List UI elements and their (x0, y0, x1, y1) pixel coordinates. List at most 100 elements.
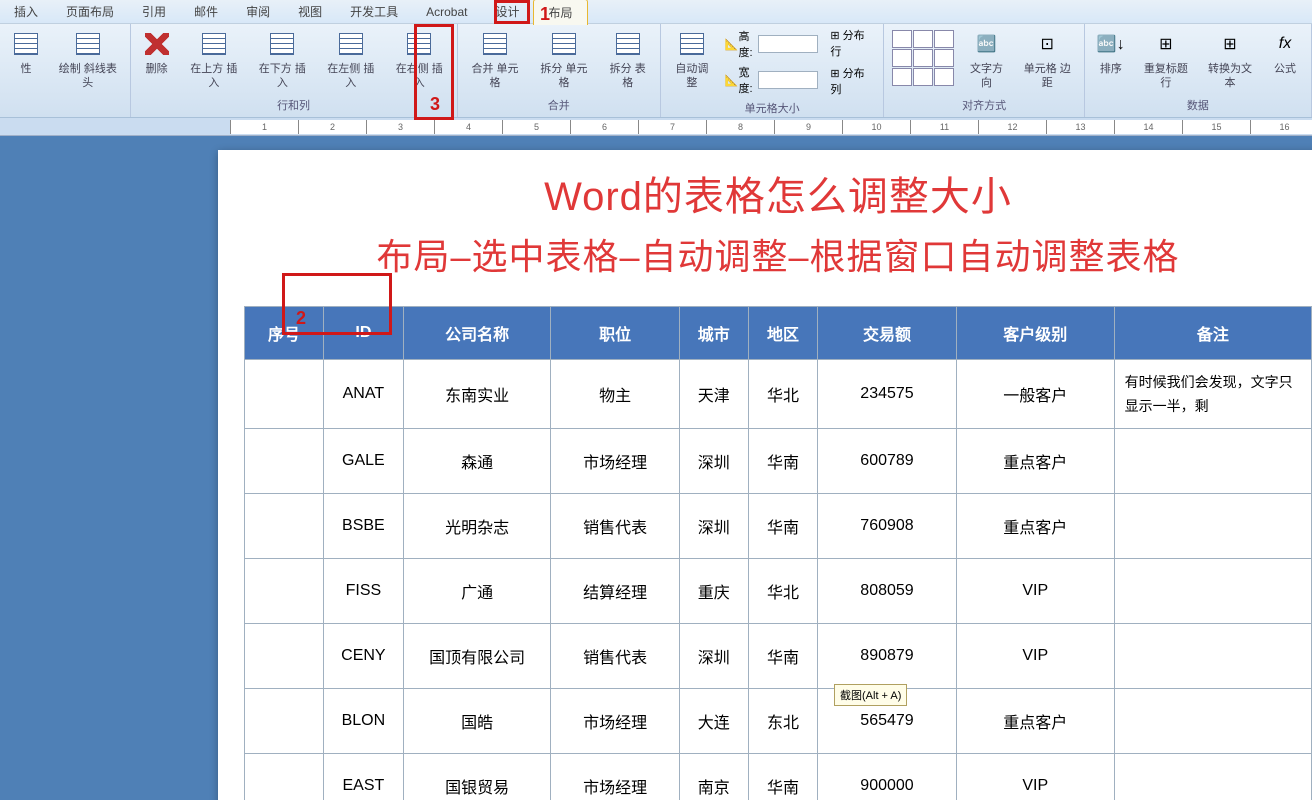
table-cell[interactable]: 南京 (679, 754, 748, 800)
table-cell[interactable]: 市场经理 (551, 689, 679, 754)
table-cell[interactable] (1114, 494, 1311, 559)
tab-acrobat[interactable]: Acrobat (412, 1, 481, 23)
table-cell[interactable] (1114, 689, 1311, 754)
table-cell[interactable]: BLON (324, 689, 404, 754)
table-cell[interactable]: 森通 (403, 429, 551, 494)
table-row[interactable]: ANAT东南实业物主天津华北234575一般客户有时候我们会发现，文字只显示一半… (245, 360, 1312, 429)
table-cell[interactable]: ANAT (324, 360, 404, 429)
align-tc-button[interactable] (913, 30, 933, 48)
tab-pagelayout[interactable]: 页面布局 (52, 0, 128, 24)
table-cell[interactable] (245, 689, 324, 754)
table-cell[interactable]: 234575 (818, 360, 957, 429)
table-header[interactable]: 备注 (1114, 307, 1311, 360)
table-header[interactable]: 交易额 (818, 307, 957, 360)
table-cell[interactable] (245, 754, 324, 800)
insert-right-button[interactable]: 在右侧 插入 (386, 26, 452, 92)
align-mc-button[interactable] (913, 49, 933, 67)
width-input[interactable] (758, 71, 818, 89)
draw-diagonal-button[interactable]: 绘制 斜线表头 (50, 26, 126, 92)
merge-cells-button[interactable]: 合并 单元格 (462, 26, 529, 92)
table-cell[interactable]: 深圳 (679, 494, 748, 559)
convert-text-button[interactable]: ⊞转换为文本 (1199, 26, 1261, 92)
insert-above-button[interactable]: 在上方 插入 (181, 26, 247, 92)
table-cell[interactable] (245, 624, 324, 689)
repeat-header-button[interactable]: ⊞重复标题行 (1135, 26, 1197, 92)
table-cell[interactable]: EAST (324, 754, 404, 800)
table-cell[interactable]: 760908 (818, 494, 957, 559)
table-cell[interactable]: CENY (324, 624, 404, 689)
table-cell[interactable]: 国皓 (403, 689, 551, 754)
cell-margins-button[interactable]: ⊡单元格 边距 (1015, 26, 1080, 92)
distribute-cols-button[interactable]: ⊞ 分布列 (830, 65, 873, 97)
align-tr-button[interactable] (934, 30, 954, 48)
table-cell[interactable]: 东北 (748, 689, 817, 754)
table-cell[interactable]: 一般客户 (956, 360, 1114, 429)
align-tl-button[interactable] (892, 30, 912, 48)
tab-references[interactable]: 引用 (128, 0, 180, 24)
table-cell[interactable] (245, 559, 324, 624)
table-cell[interactable]: 市场经理 (551, 754, 679, 800)
table-cell[interactable]: 天津 (679, 360, 748, 429)
tab-developer[interactable]: 开发工具 (336, 0, 412, 24)
table-cell[interactable]: 销售代表 (551, 494, 679, 559)
table-cell[interactable]: VIP (956, 559, 1114, 624)
table-cell[interactable]: 600789 (818, 429, 957, 494)
table-cell[interactable]: 结算经理 (551, 559, 679, 624)
width-spinner[interactable]: 📐宽度: (725, 64, 819, 96)
autofit-button[interactable]: 自动调整 (665, 26, 719, 98)
horizontal-ruler[interactable]: 1234567891011121314151617181920212223242… (0, 118, 1312, 136)
table-cell[interactable] (1114, 559, 1311, 624)
delete-button[interactable]: 删除 (135, 26, 179, 92)
table-cell[interactable]: 销售代表 (551, 624, 679, 689)
sort-button[interactable]: 🔤↓排序 (1089, 26, 1133, 92)
table-header[interactable]: 地区 (748, 307, 817, 360)
table-cell[interactable]: 市场经理 (551, 429, 679, 494)
table-cell[interactable] (1114, 624, 1311, 689)
table-cell[interactable]: 华南 (748, 624, 817, 689)
table-cell[interactable]: 有时候我们会发现，文字只显示一半，剩 (1114, 360, 1311, 429)
align-bc-button[interactable] (913, 68, 933, 86)
table-cell[interactable]: 重点客户 (956, 429, 1114, 494)
table-header[interactable]: 城市 (679, 307, 748, 360)
table-cell[interactable]: 重点客户 (956, 689, 1114, 754)
table-cell[interactable]: BSBE (324, 494, 404, 559)
table-cell[interactable]: 华北 (748, 360, 817, 429)
formula-button[interactable]: fx公式 (1263, 26, 1307, 92)
tab-review[interactable]: 审阅 (232, 0, 284, 24)
table-cell[interactable]: 东南实业 (403, 360, 551, 429)
tab-mailings[interactable]: 邮件 (180, 0, 232, 24)
align-bl-button[interactable] (892, 68, 912, 86)
table-cell[interactable]: VIP (956, 754, 1114, 800)
height-spinner[interactable]: 📐高度: (725, 28, 819, 60)
split-table-button[interactable]: 拆分 表格 (599, 26, 656, 92)
table-row[interactable]: FISS广通结算经理重庆华北808059VIP (245, 559, 1312, 624)
tab-design[interactable]: 设计 (481, 0, 533, 24)
table-cell[interactable] (245, 429, 324, 494)
data-table[interactable]: 序号ID公司名称职位城市地区交易额客户级别备注 ANAT东南实业物主天津华北23… (244, 306, 1312, 800)
table-cell[interactable]: 广通 (403, 559, 551, 624)
table-cell[interactable]: 国顶有限公司 (403, 624, 551, 689)
table-cell[interactable]: 重点客户 (956, 494, 1114, 559)
table-cell[interactable]: 物主 (551, 360, 679, 429)
align-ml-button[interactable] (892, 49, 912, 67)
insert-below-button[interactable]: 在下方 插入 (249, 26, 315, 92)
insert-left-button[interactable]: 在左侧 插入 (318, 26, 384, 92)
table-cell[interactable]: GALE (324, 429, 404, 494)
align-mr-button[interactable] (934, 49, 954, 67)
table-cell[interactable]: 华北 (748, 559, 817, 624)
table-header[interactable]: 客户级别 (956, 307, 1114, 360)
properties-button[interactable]: 性 (4, 26, 48, 92)
table-cell[interactable]: 华南 (748, 494, 817, 559)
table-cell[interactable]: 808059 (818, 559, 957, 624)
table-cell[interactable] (245, 360, 324, 429)
table-cell[interactable]: 深圳 (679, 429, 748, 494)
table-header[interactable]: ID (324, 307, 404, 360)
height-input[interactable] (758, 35, 818, 53)
table-cell[interactable]: 890879 (818, 624, 957, 689)
tab-view[interactable]: 视图 (284, 0, 336, 24)
table-cell[interactable]: 华南 (748, 429, 817, 494)
table-row[interactable]: GALE森通市场经理深圳华南600789重点客户 (245, 429, 1312, 494)
table-cell[interactable]: 900000 (818, 754, 957, 800)
text-direction-button[interactable]: 🔤文字方向 (960, 26, 1012, 92)
table-header[interactable]: 序号 (245, 307, 324, 360)
